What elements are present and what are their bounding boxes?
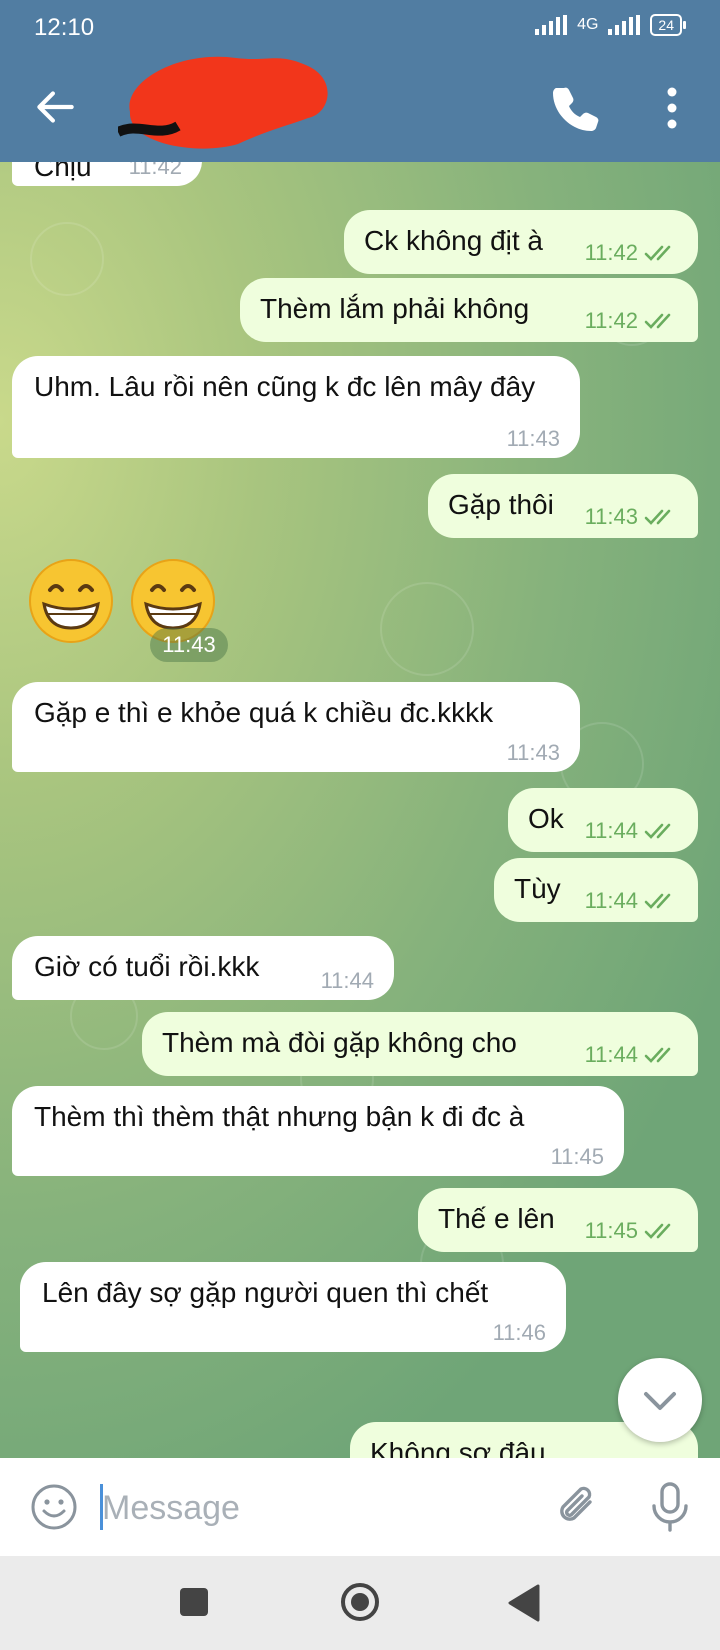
message-meta: 11:42 <box>585 242 680 264</box>
message-incoming[interactable]: Chịu 11:42 <box>12 162 202 186</box>
message-outgoing[interactable]: Ck không địt à 11:42 <box>344 210 698 274</box>
message-outgoing[interactable]: Gặp thôi 11:43 <box>428 474 698 538</box>
system-nav-bar <box>0 1556 720 1650</box>
message-time: 11:45 <box>550 1144 604 1169</box>
redacted-contact-name[interactable] <box>118 52 338 152</box>
phone-icon[interactable] <box>548 80 604 136</box>
message-time: 11:43 <box>584 504 638 529</box>
message-text: Gặp thôi <box>448 489 554 520</box>
message-text: Giờ có tuổi rồi.kkk <box>34 951 260 982</box>
back-triangle-icon[interactable] <box>506 1584 540 1622</box>
paperclip-icon[interactable] <box>552 1480 606 1534</box>
microphone-icon[interactable] <box>646 1480 694 1534</box>
message-time: 11:44 <box>584 818 638 843</box>
message-outgoing[interactable]: Ok 11:44 <box>508 788 698 852</box>
message-meta: 11:43 <box>585 506 680 528</box>
message-text: Gặp e thì e khỏe quá k chiều đc.kkkk <box>34 697 494 728</box>
message-outgoing[interactable]: Thèm mà đòi gặp không cho 11:44 <box>142 1012 698 1076</box>
status-time: 12:10 <box>34 14 95 41</box>
message-time: 11:46 <box>492 1320 546 1345</box>
chevron-down-icon <box>644 1392 676 1410</box>
message-time: 11:42 <box>584 240 638 265</box>
message-text: Thèm mà đòi gặp không cho <box>162 1027 517 1058</box>
status-bar: 12:10 4G 24 <box>0 0 720 52</box>
message-outgoing[interactable]: Tùy 11:44 <box>494 858 698 922</box>
message-meta: 11:42 <box>585 310 680 332</box>
battery-level: 24 <box>650 14 686 36</box>
message-time: 11:42 <box>584 308 638 333</box>
composer <box>0 1458 720 1556</box>
double-check-icon <box>644 823 671 839</box>
message-incoming[interactable]: Lên đây sợ gặp người quen thì chết 11:46 <box>20 1262 566 1352</box>
message-text: Thèm thì thèm thật nhưng bận k đi đc à <box>34 1101 525 1132</box>
message-incoming[interactable]: Giờ có tuổi rồi.kkk 11:44 <box>12 936 394 1000</box>
home-icon[interactable] <box>340 1582 380 1622</box>
message-outgoing[interactable]: Thế e lên 11:45 <box>418 1188 698 1252</box>
message-text: Uhm. Lâu rồi nên cũng k đc lên mây đây <box>34 371 536 402</box>
double-check-icon <box>644 245 671 261</box>
message-time: 11:44 <box>320 968 374 993</box>
smile-icon[interactable] <box>30 1483 78 1531</box>
message-text: Tùy <box>514 873 561 904</box>
message-text: Thèm lắm phải không <box>260 293 530 324</box>
double-check-icon <box>644 509 671 525</box>
grinning-emoji-icon <box>29 559 113 643</box>
double-check-icon <box>644 313 671 329</box>
text-cursor <box>100 1484 103 1530</box>
message-time: 11:43 <box>506 740 560 765</box>
message-time: 11:44 <box>584 1042 638 1067</box>
message-text: Lên đây sợ gặp người quen thì chết <box>42 1277 489 1308</box>
double-check-icon <box>644 893 671 909</box>
message-text: Chịu <box>34 162 92 182</box>
message-text: Ck không địt à <box>364 225 543 256</box>
signal-2-icon <box>608 15 641 35</box>
message-incoming[interactable]: Thèm thì thèm thật nhưng bận k đi đc à 1… <box>12 1086 624 1176</box>
message-time: 11:45 <box>584 1218 638 1243</box>
signal-icon <box>535 15 568 35</box>
message-text: Ok <box>528 803 564 834</box>
message-incoming[interactable]: Uhm. Lâu rồi nên cũng k đc lên mây đây 1… <box>12 356 580 458</box>
network-type: 4G <box>577 16 599 33</box>
message-time: 11:43 <box>150 628 228 662</box>
message-input[interactable] <box>100 1480 534 1536</box>
message-time: 11:44 <box>584 888 638 913</box>
message-outgoing[interactable]: Thèm lắm phải không 11:42 <box>240 278 698 342</box>
message-text: Không sợ đâu <box>370 1437 546 1458</box>
double-check-icon <box>644 1047 671 1063</box>
message-meta: 11:45 <box>585 1220 680 1242</box>
more-vertical-icon[interactable] <box>652 80 692 136</box>
message-time: 11:42 <box>128 162 182 179</box>
recent-apps-icon[interactable] <box>180 1588 208 1616</box>
scroll-down-button[interactable] <box>618 1358 702 1442</box>
message-meta: 11:44 <box>585 820 680 842</box>
message-meta: 11:44 <box>585 890 680 912</box>
message-meta: 11:44 <box>585 1044 680 1066</box>
message-time: 11:43 <box>506 426 560 451</box>
chat-messages[interactable]: Chịu 11:42 Ck không địt à 11:42 Thèm lắm… <box>0 162 720 1458</box>
status-icons: 4G 24 <box>535 14 686 36</box>
arrow-left-icon[interactable] <box>30 82 80 132</box>
chat-header <box>0 52 720 162</box>
message-text: Thế e lên <box>438 1203 555 1234</box>
message-incoming[interactable]: Gặp e thì e khỏe quá k chiều đc.kkkk 11:… <box>12 682 580 772</box>
double-check-icon <box>644 1223 671 1239</box>
